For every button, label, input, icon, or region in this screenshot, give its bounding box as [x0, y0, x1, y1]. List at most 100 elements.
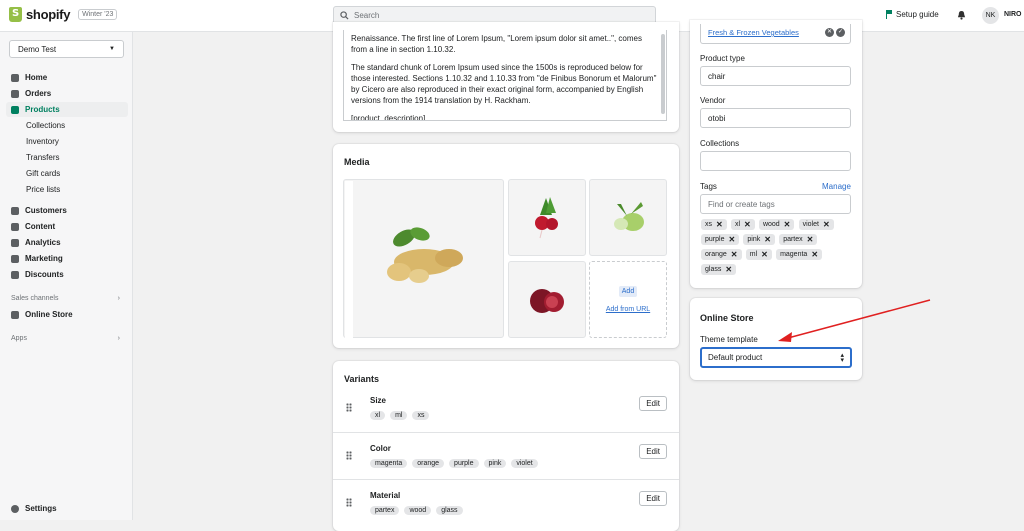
sidebar-item-analytics[interactable]: Analytics — [6, 235, 128, 250]
description-editor[interactable]: Renaissance. The first line of Lorem Ips… — [343, 30, 667, 121]
sidebar-item-label: Marketing — [25, 254, 63, 263]
tag-label: wood — [762, 221, 780, 228]
media-image-pomegranate[interactable] — [508, 261, 586, 338]
drag-handle-icon[interactable] — [346, 451, 352, 460]
store-name: Demo Test — [18, 44, 57, 54]
check-icon[interactable]: ✓ — [836, 28, 845, 37]
sidebar-item-label: Orders — [25, 89, 52, 98]
drag-handle-icon[interactable] — [346, 403, 352, 412]
sidebar-item-label: Analytics — [25, 238, 61, 247]
search-icon — [340, 11, 349, 20]
home-icon — [11, 73, 19, 82]
product-type-label: Product type — [700, 54, 745, 63]
vendor-input[interactable]: otobi — [700, 108, 851, 128]
annotation-arrow — [778, 299, 931, 342]
sidebar-item-customers[interactable]: Customers — [6, 203, 128, 218]
sidebar-item-inventory[interactable]: Inventory — [6, 134, 128, 149]
sidebar-item-collections[interactable]: Collections — [6, 118, 128, 133]
variant-value-chip: xs — [412, 411, 430, 420]
add-from-url-link[interactable]: Add from URL — [606, 306, 650, 313]
sidebar-item-label: Products — [25, 105, 60, 114]
sales-channels-label: Sales channels — [11, 295, 59, 302]
edit-variant-button[interactable]: Edit — [639, 491, 667, 506]
media-title: Media — [344, 157, 370, 167]
tag-chip: ml ✕ — [745, 249, 772, 260]
edit-variant-button[interactable]: Edit — [639, 444, 667, 459]
select-arrows-icon: ▴ ▾ — [840, 351, 844, 364]
sidebar-item-home[interactable]: Home — [6, 70, 128, 85]
bell-icon[interactable] — [957, 10, 966, 20]
chevron-right-icon: › — [117, 295, 120, 302]
sidebar-item-online-store[interactable]: Online Store — [6, 307, 128, 322]
remove-tag-icon[interactable]: ✕ — [811, 250, 818, 259]
sidebar-item-gift-cards[interactable]: Gift cards — [6, 166, 128, 181]
sidebar-item-products[interactable]: Products — [6, 102, 128, 117]
setup-guide-button[interactable]: Setup guide — [886, 10, 939, 19]
remove-tag-icon[interactable]: ✕ — [807, 235, 814, 244]
shopify-logo[interactable]: shopify Winter '23 — [9, 7, 118, 22]
sidebar-item-label: Collections — [26, 121, 66, 130]
sidebar-item-content[interactable]: Content — [6, 219, 128, 234]
sidebar-item-label: Transfers — [26, 153, 60, 162]
edit-variant-button[interactable]: Edit — [639, 396, 667, 411]
user-name[interactable]: NIRO — [1004, 11, 1022, 18]
apps-label: Apps — [11, 335, 27, 342]
collections-input[interactable] — [700, 151, 851, 171]
description-paragraph: Renaissance. The first line of Lorem Ips… — [351, 34, 642, 54]
media-image-radish[interactable] — [508, 179, 586, 256]
clear-icon[interactable]: ✕ — [825, 28, 834, 37]
remove-tag-icon[interactable]: ✕ — [784, 220, 791, 229]
remove-tag-icon[interactable]: ✕ — [731, 250, 738, 259]
media-image-kohlrabi[interactable] — [589, 179, 667, 256]
variant-value-chip: magenta — [370, 459, 408, 468]
gear-icon — [11, 504, 19, 513]
apps-header[interactable]: Apps › — [6, 331, 128, 346]
sales-channels-header[interactable]: Sales channels › — [6, 291, 128, 306]
variant-option-name: Size — [370, 396, 387, 405]
theme-template-select[interactable]: Default product ▴ ▾ — [700, 347, 852, 368]
radish-image — [535, 196, 558, 238]
sidebar-item-discounts[interactable]: Discounts — [6, 267, 128, 282]
theme-template-label: Theme template — [700, 335, 758, 344]
variant-values: magenta orange purple pink violet — [370, 459, 538, 468]
product-category-field[interactable]: Fresh & Frozen Vegetables ✕ ✓ — [700, 24, 851, 44]
manage-tags-link[interactable]: Manage — [822, 182, 851, 191]
remove-tag-icon[interactable]: ✕ — [761, 250, 768, 259]
tag-chip: xs ✕ — [701, 219, 727, 230]
media-dropzone[interactable]: Add Add from URL — [589, 261, 667, 338]
tag-chip: xl ✕ — [730, 219, 755, 230]
tag-label: xl — [734, 221, 740, 228]
remove-tag-icon[interactable]: ✕ — [823, 220, 830, 229]
drag-handle-icon[interactable] — [346, 498, 352, 507]
shopify-bag-icon — [9, 7, 22, 22]
remove-tag-icon[interactable]: ✕ — [744, 220, 751, 229]
description-paragraph: The standard chunk of Lorem Ipsum used s… — [351, 63, 657, 105]
ginger-image — [386, 226, 463, 283]
sidebar-item-transfers[interactable]: Transfers — [6, 150, 128, 165]
orders-icon — [11, 89, 19, 98]
sidebar-item-marketing[interactable]: Marketing — [6, 251, 128, 266]
variant-value-chip: glass — [436, 506, 463, 515]
variant-values: xl ml xs — [370, 411, 430, 420]
sidebar-item-settings[interactable]: Settings — [6, 501, 128, 516]
sidebar-item-price-lists[interactable]: Price lists — [6, 182, 128, 197]
remove-tag-icon[interactable]: ✕ — [728, 235, 735, 244]
tags-input[interactable]: Find or create tags — [700, 194, 851, 214]
variant-value-chip: ml — [390, 411, 408, 420]
avatar[interactable]: NK — [982, 7, 999, 24]
store-selector[interactable]: Demo Test ▼ — [9, 40, 124, 58]
setup-guide-label: Setup guide — [896, 10, 939, 19]
kohlrabi-image — [614, 201, 644, 231]
sidebar-item-label: Content — [25, 222, 56, 231]
remove-tag-icon[interactable]: ✕ — [764, 235, 771, 244]
add-media-button[interactable]: Add — [618, 286, 638, 297]
remove-tag-icon[interactable]: ✕ — [716, 220, 723, 229]
media-image-ginger[interactable] — [343, 179, 504, 338]
remove-tag-icon[interactable]: ✕ — [725, 265, 732, 274]
tag-label: orange — [705, 251, 727, 258]
product-type-input[interactable]: chair — [700, 66, 851, 86]
caret-down-icon: ▼ — [109, 46, 115, 52]
scrollbar[interactable] — [661, 34, 665, 114]
sidebar-item-orders[interactable]: Orders — [6, 86, 128, 101]
collections-label: Collections — [700, 139, 740, 148]
